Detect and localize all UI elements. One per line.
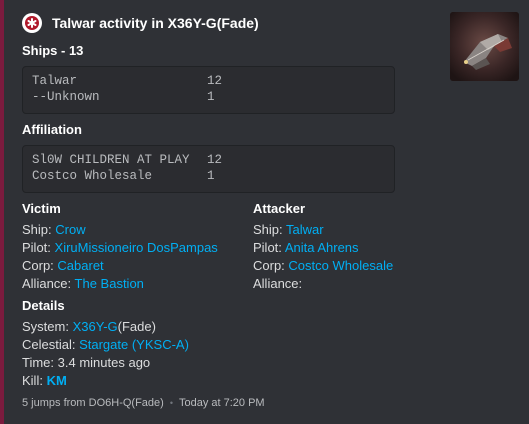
victim-pilot-label: Pilot: (22, 240, 51, 255)
victim-ship-line: Ship: Crow (22, 221, 242, 239)
attacker-ship-label: Ship: (253, 222, 283, 237)
attacker-ship-line: Ship: Talwar (253, 221, 493, 239)
footer-separator: • (169, 398, 173, 408)
affiliation-name: Sl0W CHILDREN AT PLAY (32, 153, 190, 167)
victim-corp-link[interactable]: Cabaret (57, 258, 103, 273)
details-time-label: Time: (22, 355, 55, 370)
affiliation-field-title: Affiliation (22, 122, 82, 137)
attacker-pilot-link[interactable]: Anita Ahrens (285, 240, 359, 255)
attacker-corp-link[interactable]: Costco Wholesale (288, 258, 393, 273)
ships-row: Talwar 12 (32, 73, 385, 89)
footer-text: 5 jumps from DO6H-Q(Fade) (22, 397, 164, 409)
victim-ship-link[interactable]: Crow (55, 222, 85, 237)
attacker-corp-label: Corp: (253, 258, 285, 273)
details-system-suffix: (Fade) (117, 319, 156, 334)
details-kill-label: Kill: (22, 373, 43, 388)
victim-corp-line: Corp: Cabaret (22, 257, 242, 275)
attacker-corp-line: Corp: Costco Wholesale (253, 257, 493, 275)
details-system-line: System: X36Y-G(Fade) (22, 318, 422, 336)
details-celestial-label: Celestial: (22, 337, 76, 352)
affiliation-row: Sl0W CHILDREN AT PLAY 12 (32, 152, 385, 168)
details-field: Details System: X36Y-G(Fade) Celestial: … (22, 297, 422, 390)
details-system-link[interactable]: X36Y-G (73, 319, 118, 334)
affiliation-count: 12 (207, 153, 223, 167)
victim-alliance-link[interactable]: The Bastion (75, 276, 144, 291)
killmail-embed: Talwar activity in X36Y-G(Fade) Ships - … (0, 0, 529, 424)
details-system-label: System: (22, 319, 69, 334)
footer-timestamp: Today at 7:20 PM (178, 397, 265, 409)
killmail-link[interactable]: KM (47, 373, 67, 388)
embed-footer: 5 jumps from DO6H-Q(Fade) • Today at 7:2… (22, 397, 265, 409)
details-celestial-link[interactable]: Stargate (YKSC-A) (79, 337, 189, 352)
victim-pilot-line: Pilot: XiruMissioneiro DosPampas (22, 239, 242, 257)
victim-alliance-label: Alliance: (22, 276, 72, 291)
ship-render-thumbnail[interactable] (450, 12, 519, 81)
ship-name: --Unknown (32, 90, 100, 104)
affiliation-codeblock: Sl0W CHILDREN AT PLAY 12 Costco Wholesal… (22, 145, 395, 193)
attacker-pilot-label: Pilot: (253, 240, 282, 255)
red-asterisk-icon (22, 13, 42, 33)
ships-codeblock: Talwar 12 --Unknown 1 (22, 66, 395, 114)
ship-name: Talwar (32, 74, 78, 88)
attacker-ship-link[interactable]: Talwar (286, 222, 324, 237)
attacker-title: Attacker (253, 201, 306, 216)
victim-pilot-link[interactable]: XiruMissioneiro DosPampas (55, 240, 218, 255)
victim-alliance-line: Alliance: The Bastion (22, 275, 242, 293)
victim-title: Victim (22, 201, 61, 216)
attacker-alliance-label: Alliance: (253, 276, 303, 291)
embed-author: Talwar activity in X36Y-G(Fade) (22, 13, 259, 33)
attacker-field: Attacker Ship: Talwar Pilot: Anita Ahren… (253, 200, 493, 293)
affiliation-row: Costco Wholesale 1 (32, 168, 385, 184)
ships-field-title: Ships - 13 (22, 43, 84, 58)
details-kill-line: Kill: KM (22, 372, 422, 390)
ships-row: --Unknown 1 (32, 89, 385, 105)
victim-ship-label: Ship: (22, 222, 52, 237)
details-celestial-line: Celestial: Stargate (YKSC-A) (22, 336, 422, 354)
attacker-pilot-line: Pilot: Anita Ahrens (253, 239, 493, 257)
ship-count: 12 (207, 74, 223, 88)
embed-title[interactable]: Talwar activity in X36Y-G(Fade) (52, 15, 259, 31)
details-time-value: 3.4 minutes ago (57, 355, 151, 370)
affiliation-count: 1 (207, 169, 215, 183)
ship-count: 1 (207, 90, 215, 104)
details-time-line: Time: 3.4 minutes ago (22, 354, 422, 372)
victim-corp-label: Corp: (22, 258, 54, 273)
attacker-alliance-line: Alliance: (253, 275, 493, 293)
affiliation-name: Costco Wholesale (32, 169, 153, 183)
victim-field: Victim Ship: Crow Pilot: XiruMissioneiro… (22, 200, 242, 293)
details-title: Details (22, 298, 65, 313)
